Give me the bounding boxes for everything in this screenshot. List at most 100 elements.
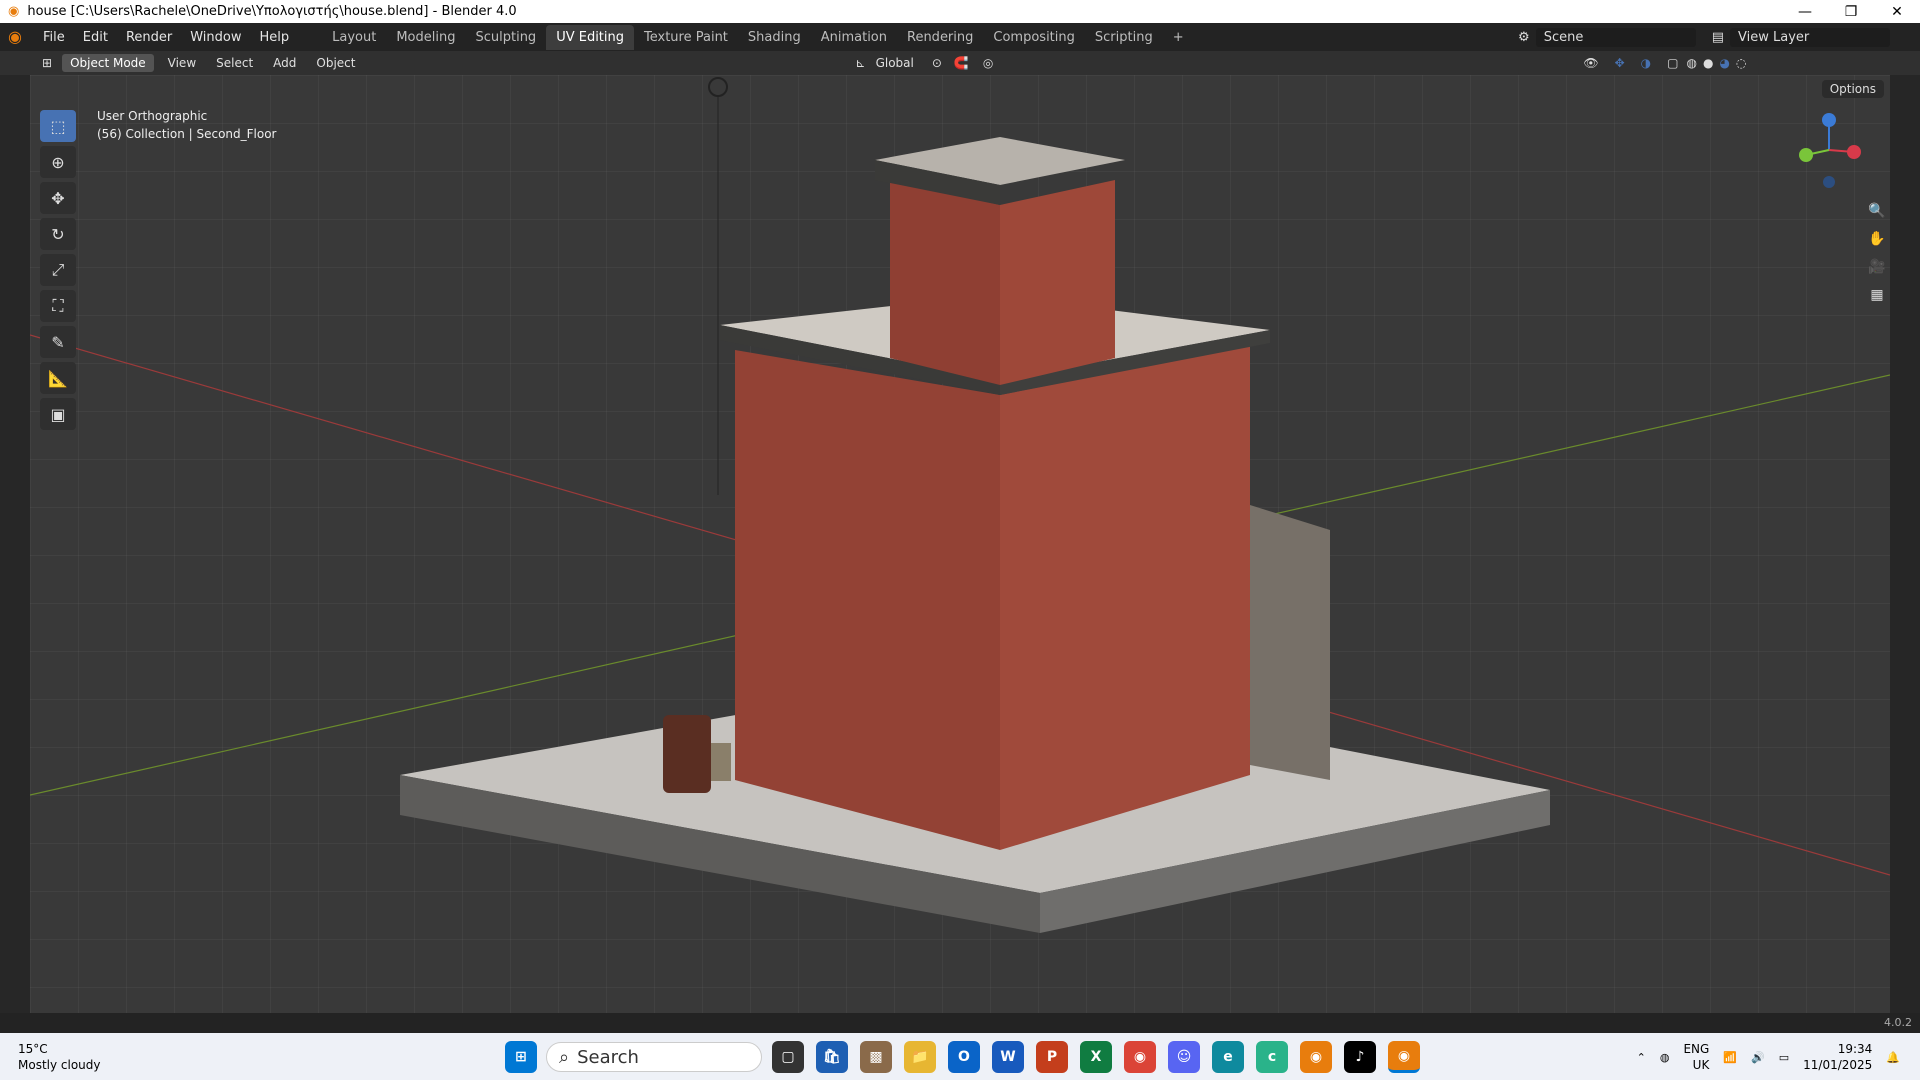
outlook-icon[interactable]: O xyxy=(948,1041,980,1073)
menu-select[interactable]: Select xyxy=(206,56,263,70)
solid-shading-icon[interactable]: ● xyxy=(1703,56,1713,70)
search-label: Search xyxy=(577,1046,639,1068)
maximize-button[interactable]: ❐ xyxy=(1828,4,1874,20)
powerpoint-icon[interactable]: P xyxy=(1036,1041,1068,1073)
tray-app-icon[interactable]: ◍ xyxy=(1660,1051,1670,1064)
transform-orientation-dropdown[interactable]: Global xyxy=(866,56,924,70)
menu-help[interactable]: Help xyxy=(251,30,299,45)
ortho-grid-icon[interactable]: ▦ xyxy=(1864,282,1890,308)
move-icon[interactable]: ✥ xyxy=(40,182,76,214)
mode-dropdown[interactable]: Object Mode xyxy=(62,54,154,72)
overlays-icon[interactable]: ◑ xyxy=(1641,56,1651,70)
file-explorer-icon[interactable]: 📁 xyxy=(904,1041,936,1073)
menu-file[interactable]: File xyxy=(34,30,74,45)
visibility-icon[interactable]: 👁 xyxy=(1583,56,1598,70)
notification-bell-icon[interactable]: 🔔 xyxy=(1886,1051,1900,1064)
transform-icon[interactable]: ⛶ xyxy=(40,290,76,322)
wireframe-shading-icon[interactable]: ◍ xyxy=(1686,56,1696,70)
tab-uv-editing[interactable]: UV Editing xyxy=(546,24,635,50)
tab-texture-paint[interactable]: Texture Paint xyxy=(634,25,738,50)
weather-widget[interactable]: 15°C Mostly cloudy xyxy=(18,1041,101,1073)
photos-icon[interactable]: ▩ xyxy=(860,1041,892,1073)
3d-viewport[interactable]: User Orthographic (56) Collection | Seco… xyxy=(30,75,1890,1013)
camera-view-icon[interactable]: 🎥 xyxy=(1864,254,1890,280)
view-label: User Orthographic xyxy=(97,109,208,123)
scene-icon[interactable]: ⚙ xyxy=(1518,30,1530,45)
options-dropdown[interactable]: Options xyxy=(1821,80,1884,98)
close-button[interactable]: ✕ xyxy=(1874,4,1920,20)
menu-add[interactable]: Add xyxy=(263,56,306,70)
blender-active-icon[interactable]: ◉ xyxy=(1388,1041,1420,1073)
crate-object xyxy=(711,743,731,781)
cursor-icon[interactable]: ⊕ xyxy=(40,146,76,178)
menu-render[interactable]: Render xyxy=(117,30,181,45)
window-titlebar: ◉ house [C:\Users\Rachele\OneDrive\Υπολο… xyxy=(0,0,1920,23)
menu-object[interactable]: Object xyxy=(306,56,365,70)
wifi-icon[interactable]: 📶 xyxy=(1723,1051,1737,1064)
blender-taskbar-icon[interactable]: ◉ xyxy=(1300,1041,1332,1073)
view-layer-icon[interactable]: ▤ xyxy=(1712,30,1724,45)
menu-window[interactable]: Window xyxy=(181,30,250,45)
minimize-button[interactable]: — xyxy=(1782,4,1828,20)
start-icon[interactable]: ⊞ xyxy=(505,1041,537,1073)
view-layer-field[interactable]: View Layer xyxy=(1730,27,1890,47)
workspace-tabs: Layout Modeling Sculpting UV Editing Tex… xyxy=(322,24,1194,50)
zoom-icon[interactable]: 🔍 xyxy=(1864,198,1890,224)
scene-field[interactable]: Scene xyxy=(1535,27,1696,47)
rendered-shading-icon[interactable]: ◌ xyxy=(1736,56,1746,70)
chrome-icon[interactable]: ◉ xyxy=(1124,1041,1156,1073)
weather-temp: 15°C xyxy=(18,1042,48,1056)
select-box-icon[interactable]: ⬚ xyxy=(40,110,76,142)
discord-icon[interactable]: ☺ xyxy=(1168,1041,1200,1073)
blender-menu-icon[interactable]: ◉ xyxy=(8,27,28,47)
store-icon[interactable]: 🛍 xyxy=(816,1041,848,1073)
excel-icon[interactable]: X xyxy=(1080,1041,1112,1073)
annotate-icon[interactable]: ✎ xyxy=(40,326,76,358)
tab-shading[interactable]: Shading xyxy=(738,25,811,50)
gizmo-y-icon[interactable] xyxy=(1799,148,1813,162)
editor-type-icon[interactable]: ⊞ xyxy=(42,56,52,70)
word-icon[interactable]: W xyxy=(992,1041,1024,1073)
taskbar-search[interactable]: ⌕ Search xyxy=(546,1042,762,1072)
scale-icon[interactable]: ⤢ xyxy=(40,254,76,286)
barrel-object xyxy=(663,715,711,793)
tab-layout[interactable]: Layout xyxy=(322,25,386,50)
clock-date: 11/01/2025 xyxy=(1803,1058,1873,1072)
add-workspace-icon[interactable]: + xyxy=(1163,25,1194,50)
tray-chevron-icon[interactable]: ⌃ xyxy=(1637,1051,1646,1064)
tiktok-icon[interactable]: ♪ xyxy=(1344,1041,1376,1073)
measure-icon[interactable]: 📐 xyxy=(40,362,76,394)
pivot-icon[interactable]: ⊙ xyxy=(932,56,942,70)
cgtrader-icon[interactable]: c xyxy=(1256,1041,1288,1073)
tab-sculpting[interactable]: Sculpting xyxy=(465,25,546,50)
battery-icon[interactable]: ▭ xyxy=(1779,1051,1789,1064)
navigation-gizmo[interactable] xyxy=(1794,110,1864,190)
weather-desc: Mostly cloudy xyxy=(18,1058,101,1072)
language-indicator[interactable]: ENG UK xyxy=(1683,1041,1709,1073)
material-shading-icon[interactable]: ◕ xyxy=(1719,56,1729,70)
menu-edit[interactable]: Edit xyxy=(74,30,117,45)
pan-hand-icon[interactable]: ✋ xyxy=(1864,226,1890,252)
tab-modeling[interactable]: Modeling xyxy=(386,25,465,50)
gizmo-toggle-icon[interactable]: ✥ xyxy=(1615,56,1625,70)
add-cube-icon[interactable]: ▣ xyxy=(40,398,76,430)
version-label: 4.0.2 xyxy=(1884,1016,1912,1029)
gizmo-z-icon[interactable] xyxy=(1822,113,1836,127)
tab-animation[interactable]: Animation xyxy=(811,25,897,50)
left-sidebar xyxy=(0,75,30,1013)
gizmo-x-icon[interactable] xyxy=(1847,145,1861,159)
tab-compositing[interactable]: Compositing xyxy=(983,25,1085,50)
system-tray: ⌃ ◍ ENG UK 📶 🔊 ▭ 19:34 11/01/2025 🔔 xyxy=(1637,1041,1900,1073)
volume-icon[interactable]: 🔊 xyxy=(1751,1051,1765,1064)
proportional-edit-icon[interactable]: ◎ xyxy=(983,56,993,70)
tab-rendering[interactable]: Rendering xyxy=(897,25,983,50)
menu-view[interactable]: View xyxy=(158,56,206,70)
clock[interactable]: 19:34 11/01/2025 xyxy=(1803,1041,1872,1073)
edge-icon[interactable]: e xyxy=(1212,1041,1244,1073)
tab-scripting[interactable]: Scripting xyxy=(1085,25,1163,50)
gizmo-neg-z-icon[interactable] xyxy=(1823,176,1835,188)
snap-icon[interactable]: 🧲 xyxy=(954,56,969,70)
rotate-icon[interactable]: ↻ xyxy=(40,218,76,250)
task-view-icon[interactable]: ▢ xyxy=(772,1041,804,1073)
xray-icon[interactable]: ▢ xyxy=(1667,56,1678,70)
